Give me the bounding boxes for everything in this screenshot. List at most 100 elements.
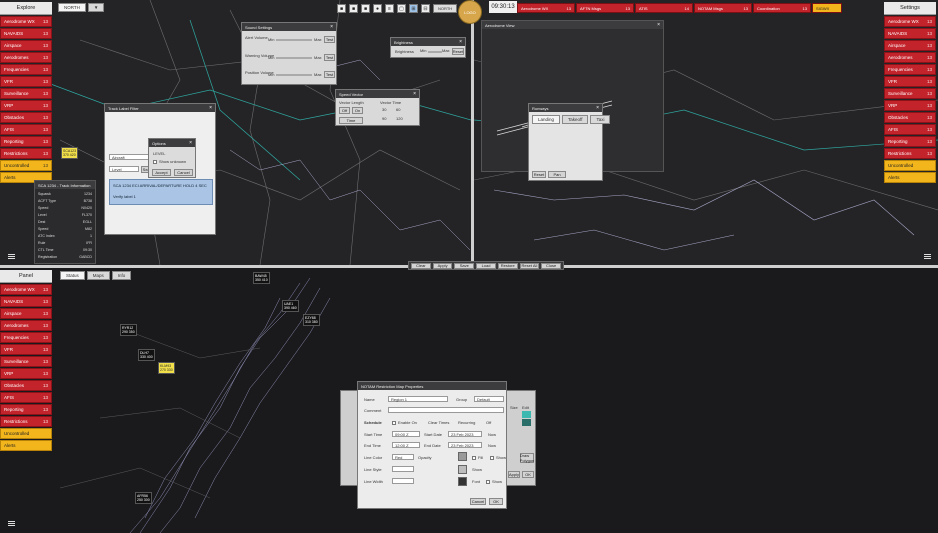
close-icon[interactable]: ×	[189, 140, 192, 146]
apply-button[interactable]: Apply	[432, 262, 453, 269]
toolbar-text-button[interactable]: NORTH	[433, 4, 458, 13]
dialog-title-bar[interactable]: Sound Settings ×	[242, 23, 336, 31]
menu-icon[interactable]	[924, 254, 931, 259]
cancel-button[interactable]: Cancel	[174, 169, 193, 176]
end-time-input[interactable]: 12:00 Z	[392, 442, 420, 448]
close-icon[interactable]: ×	[459, 39, 462, 45]
right-menu-item[interactable]: Aerodrome WX 13	[884, 16, 936, 27]
left-menu-item[interactable]: Aerodrome WX 13	[0, 16, 52, 27]
tab-north[interactable]: NORTH	[58, 3, 86, 12]
test-button[interactable]: Test	[324, 36, 335, 43]
bottom-menu-item[interactable]: Frequencies 13	[0, 332, 52, 343]
right-menu-item[interactable]: AFIS 13	[884, 124, 936, 135]
right-menu-item[interactable]: VRP 13	[884, 100, 936, 111]
off-button[interactable]: Off	[339, 107, 350, 114]
clear-button[interactable]: Clear	[411, 262, 431, 269]
close-icon[interactable]: ×	[413, 91, 416, 97]
track-label[interactable]: SCA123 370 420	[61, 147, 79, 159]
volume-slider[interactable]	[276, 57, 312, 59]
right-menu-item[interactable]: Airspace 13	[884, 40, 936, 51]
bottom-menu-item[interactable]: Uncontrolled	[0, 428, 52, 439]
toolbar-button-5[interactable]: ≡	[385, 4, 394, 13]
font-color-swatch[interactable]	[458, 477, 467, 486]
ok-button[interactable]: OK	[522, 471, 534, 478]
fill-color-swatch[interactable]	[458, 452, 467, 461]
checkbox-icon[interactable]	[486, 479, 490, 484]
left-menu-item[interactable]: Airspace 13	[0, 40, 52, 51]
cancel-button[interactable]: Cancel	[470, 498, 486, 505]
dialog-title-bar[interactable]: SCA 1234 - Track Information	[35, 181, 95, 189]
color-swatch[interactable]	[458, 465, 467, 474]
time-button[interactable]: Time	[339, 117, 363, 124]
left-menu-item[interactable]: VFR 13	[0, 76, 52, 87]
test-button[interactable]: Test	[324, 54, 335, 61]
bottom-menu-item[interactable]: NAVAIDS 13	[0, 296, 52, 307]
tab-info[interactable]: Info	[111, 271, 132, 280]
checkbox-icon[interactable]	[472, 455, 476, 460]
bottom-menu-item[interactable]: Surveillance 13	[0, 356, 52, 367]
track-label[interactable]: AFR56 250 300	[135, 492, 152, 504]
left-menu-item[interactable]: Reporting 13	[0, 136, 52, 147]
accept-button[interactable]: Accept	[152, 169, 171, 176]
ok-button[interactable]: OK	[489, 498, 503, 505]
reset-button[interactable]: Reset	[532, 171, 546, 178]
clear-times-label[interactable]: Clear Times	[428, 420, 449, 425]
bottom-menu-item[interactable]: VRP 13	[0, 368, 52, 379]
track-label[interactable]: EZY88 310 380	[303, 314, 320, 326]
alert-aftn[interactable]: AFTN Msgs 13	[576, 3, 634, 13]
right-menu-item[interactable]: VFR 13	[884, 76, 936, 87]
left-menu-item[interactable]: Restrictions 13	[0, 148, 52, 159]
result-list[interactable]: SCA 1234 ECI ARRIVAL/DEPARTURE HOLD 4 SE…	[109, 179, 213, 205]
tab-status[interactable]: Status	[60, 271, 85, 280]
alert-atis[interactable]: ATIS 14	[635, 3, 693, 13]
vertical-splitter[interactable]	[471, 0, 474, 265]
test-button[interactable]: Test	[324, 71, 335, 78]
bottom-menu-header[interactable]: Panel	[0, 270, 52, 283]
apply-button[interactable]: Apply	[508, 471, 520, 478]
right-menu-item[interactable]: NAVAIDS 13	[884, 28, 936, 39]
option-checkbox[interactable]: Show unknown	[153, 159, 186, 164]
toolbar-button-1[interactable]: ■	[337, 4, 346, 13]
track-label[interactable]: UAE1 390 460	[282, 300, 299, 312]
dialog-title-bar[interactable]: Runways ×	[529, 104, 602, 112]
toolbar-button-2[interactable]: ■	[349, 4, 358, 13]
right-menu-item[interactable]: Alerts	[884, 172, 936, 183]
tab-maps[interactable]: Maps	[86, 271, 110, 280]
right-menu-item[interactable]: Aerodromes 13	[884, 52, 936, 63]
bottom-menu-item[interactable]: Aerodrome WX 13	[0, 284, 52, 295]
left-menu-item[interactable]: VRP 13	[0, 100, 52, 111]
left-menu-item[interactable]: Uncontrolled 13	[0, 160, 52, 171]
bottom-menu-item[interactable]: Airspace 13	[0, 308, 52, 319]
alert-notam[interactable]: NOTAM Msgs 13	[694, 3, 752, 13]
close-icon[interactable]: ×	[330, 24, 333, 30]
vector-value[interactable]: 90	[382, 116, 386, 121]
track-label[interactable]: BAW45 350 410	[253, 272, 270, 284]
show-checkbox[interactable]: Show	[490, 455, 506, 460]
vector-value[interactable]: 30	[382, 107, 386, 112]
list-item[interactable]: Verify label 1	[113, 194, 136, 199]
right-menu-item[interactable]: Obstacles 13	[884, 112, 936, 123]
tab-dropdown[interactable]: ▼	[87, 3, 105, 12]
bottom-menu-item[interactable]: Aerodromes 13	[0, 320, 52, 331]
dialog-title-bar[interactable]: Speed Vector ×	[336, 90, 419, 98]
aircraft-field[interactable]: Aircraft	[109, 154, 153, 160]
close-icon[interactable]: ×	[209, 105, 212, 111]
left-menu-item[interactable]: Frequencies 13	[0, 64, 52, 75]
tab-landing[interactable]: Landing	[532, 115, 561, 124]
toolbar-button-7[interactable]: ⊞	[409, 4, 418, 13]
alert-aerodrome-wx[interactable]: Aerodrome WX 13	[517, 3, 575, 13]
option-label[interactable]: LEVEL	[153, 151, 165, 156]
start-time-input[interactable]: 09:00 Z	[392, 431, 420, 437]
edit-label[interactable]: Edit	[522, 405, 529, 410]
dialog-title-bar[interactable]: NOTAM Restriction Map Properties	[358, 382, 506, 390]
checkbox-icon[interactable]	[153, 159, 157, 164]
close-icon[interactable]: ×	[657, 22, 660, 28]
left-menu-item[interactable]: Aerodromes 13	[0, 52, 52, 63]
now-label[interactable]: Now	[488, 443, 496, 448]
fill-checkbox[interactable]: Fill	[472, 455, 483, 460]
track-label[interactable]: KLM93 270 330	[158, 362, 175, 374]
track-label[interactable]: DLH7 330 400	[138, 349, 155, 361]
level-field[interactable]: Level	[109, 166, 139, 172]
dialog-title-bar[interactable]: Track Label Filter ×	[105, 104, 215, 112]
toolbar-button-8[interactable]: ⊟	[421, 4, 430, 13]
